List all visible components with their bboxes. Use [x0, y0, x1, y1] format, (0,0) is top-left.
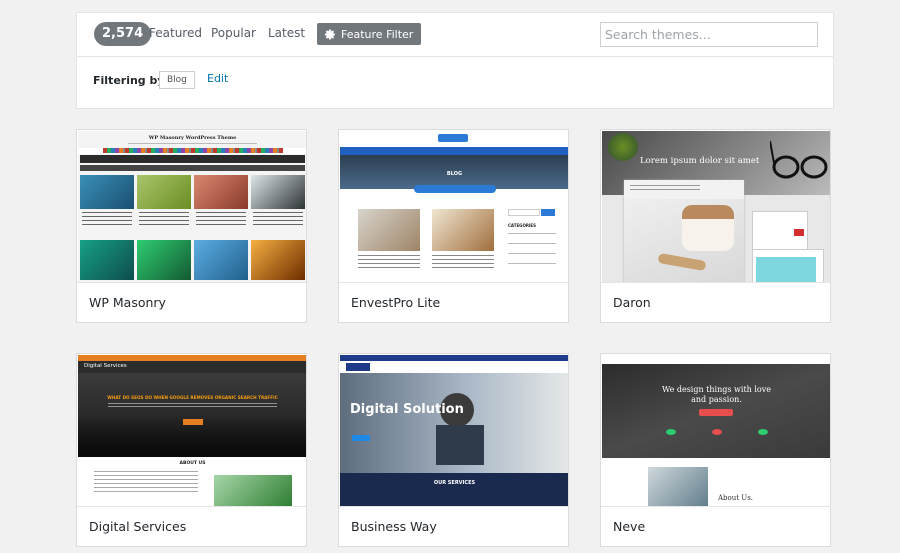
theme-name: Neve	[601, 506, 830, 546]
gear-icon	[325, 29, 335, 39]
theme-count-badge: 2,574	[94, 22, 152, 46]
theme-screenshot: Lorem ipsum dolor sit amet	[602, 131, 830, 284]
feature-filter-button[interactable]: Feature Filter	[317, 23, 422, 45]
theme-name: EnvestPro Lite	[339, 282, 568, 322]
preview-categories: CATEGORIES	[508, 223, 537, 228]
preview-hero-line1: We design things with love	[662, 385, 771, 394]
filtering-by-label: Filtering by:	[93, 74, 169, 87]
preview-site-title: WP Masonry WordPress Theme	[148, 135, 237, 141]
theme-screenshot: Digital Services WHAT DO SEOS DO WHEN GO…	[78, 355, 306, 508]
theme-card-wp-masonry[interactable]: WP Masonry WordPress Theme WP Masonry	[76, 129, 307, 323]
search-themes-input[interactable]	[600, 22, 818, 47]
theme-screenshot: WP Masonry WordPress Theme	[78, 131, 306, 284]
theme-card-neve[interactable]: We design things with love and passion. …	[600, 353, 831, 547]
preview-headline: WHAT DO SEOS DO WHEN GOOGLE REMOVES ORGA…	[107, 395, 278, 400]
preview-about-title: About Us.	[718, 494, 754, 502]
theme-screenshot: We design things with love and passion. …	[602, 355, 830, 508]
theme-screenshot: BLOG CATEGORIES	[340, 131, 568, 284]
preview-banner: BLOG	[446, 171, 463, 177]
theme-screenshot: Digital Solution OUR SERVICES	[340, 355, 568, 508]
theme-name: Daron	[601, 282, 830, 322]
nav-latest[interactable]: Latest	[268, 26, 305, 40]
preview-hero-line2: and passion.	[691, 395, 742, 404]
filter-toolbar: 2,574 Featured Popular Latest Feature Fi…	[77, 13, 833, 57]
preview-logo: Digital Services	[84, 363, 127, 369]
theme-card-digital-services[interactable]: Digital Services WHAT DO SEOS DO WHEN GO…	[76, 353, 307, 547]
theme-card-business-way[interactable]: Digital Solution OUR SERVICES Business W…	[338, 353, 569, 547]
preview-section-title: OUR SERVICES	[433, 480, 476, 486]
theme-card-daron[interactable]: Lorem ipsum dolor sit amet Daron	[600, 129, 831, 323]
theme-name: Business Way	[339, 506, 568, 546]
preview-hero-text: Digital Solution	[350, 402, 464, 417]
theme-name: Digital Services	[77, 506, 306, 546]
theme-name: WP Masonry	[77, 282, 306, 322]
preview-hero-text: Lorem ipsum dolor sit amet	[640, 156, 760, 166]
glasses-decoration	[770, 140, 828, 179]
theme-card-envestpro-lite[interactable]: BLOG CATEGORIES EnvestPro Lite	[338, 129, 569, 323]
feature-filter-label: Feature Filter	[341, 27, 414, 41]
edit-filters-link[interactable]: Edit	[207, 72, 228, 85]
filter-panel: 2,574 Featured Popular Latest Feature Fi…	[76, 12, 834, 109]
preview-section-title: ABOUT US	[179, 461, 206, 466]
active-filter-tag: Blog	[159, 71, 195, 89]
filtering-row: Filtering by: Blog Edit	[77, 57, 833, 109]
nav-popular[interactable]: Popular	[211, 26, 256, 40]
nav-featured[interactable]: Featured	[149, 26, 202, 40]
